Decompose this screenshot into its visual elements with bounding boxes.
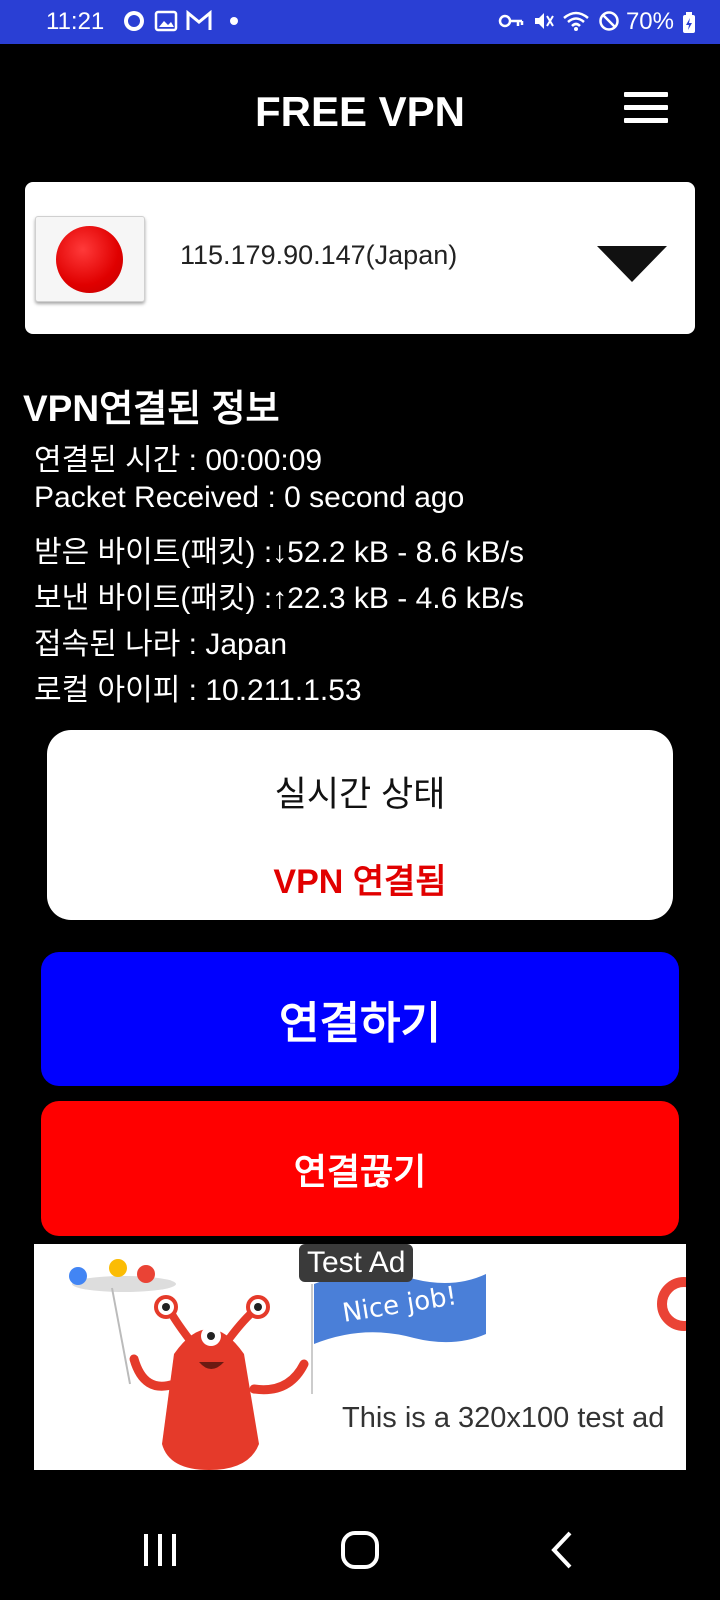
test-ad-banner[interactable]: Test Ad Nice job! This is a 320x100 test… [34,1244,686,1470]
server-selector[interactable]: 115.179.90.147(Japan) [25,182,695,334]
bytes-sent: 보낸 바이트(패킷) :↑22.3 kB - 4.6 kB/s [34,582,524,615]
navigation-bar [0,1500,720,1600]
back-icon[interactable] [544,1530,584,1570]
status-heading: 실시간 상태 [274,775,446,814]
gmail-icon [186,10,212,30]
disconnect-button[interactable]: 연결끊기 [41,1101,679,1236]
ad-badge: Test Ad [299,1244,414,1282]
vpn-key-icon [498,14,524,28]
mute-icon [535,13,554,29]
status-time: 11:21 [46,8,105,35]
dropdown-arrow-icon [597,246,667,282]
status-bar: 11:21 70% [0,0,720,44]
connected-time: 연결된 시간 : 00:00:09 [34,444,323,477]
bytes-received: 받은 바이트(패킷) :↓52.2 kB - 8.6 kB/s [34,536,524,569]
local-ip: 로컬 아이피 : 10.211.1.53 [34,674,362,707]
battery-charging-icon [683,12,695,33]
status-card: 실시간 상태 VPN 연결됨 [47,730,673,920]
dot-icon [230,17,238,25]
app-title: FREE VPN [254,88,466,135]
packet-received: Packet Received : 0 second ago [34,481,465,514]
gallery-icon [154,10,178,32]
do-not-disturb-icon [599,11,619,31]
wifi-icon [563,11,589,31]
talk-notification-icon [124,11,144,31]
connect-button[interactable]: 연결하기 [41,952,679,1086]
recent-apps-icon[interactable] [140,1530,180,1570]
battery-percent: 70% [625,8,674,35]
info-title: VPN연결된 정보 [23,388,280,429]
home-icon[interactable] [340,1530,380,1570]
status-value: VPN 연결됨 [273,863,447,901]
japan-flag-icon [35,216,145,302]
menu-button[interactable] [624,92,670,126]
connected-country: 접속된 나라 : Japan [34,628,288,661]
ad-text: This is a 320x100 test ad [342,1402,665,1434]
server-label: 115.179.90.147(Japan) [180,240,458,270]
